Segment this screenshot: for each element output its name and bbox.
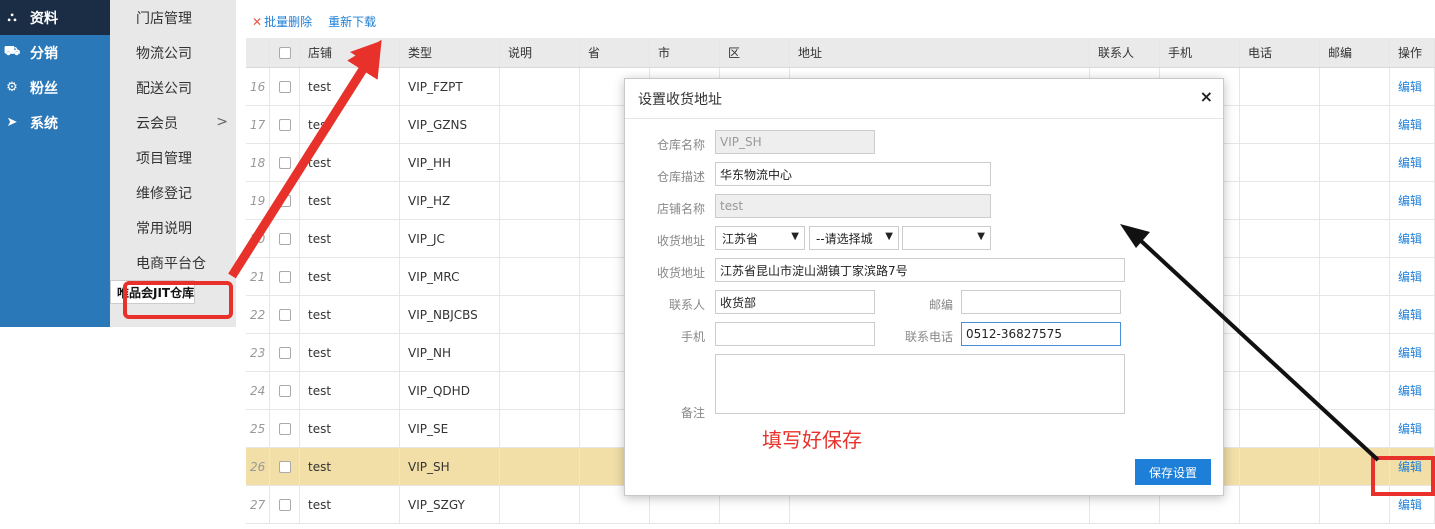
annotation-arrows bbox=[228, 39, 1380, 462]
black-arrow bbox=[1138, 238, 1380, 462]
red-arrow bbox=[228, 39, 382, 279]
